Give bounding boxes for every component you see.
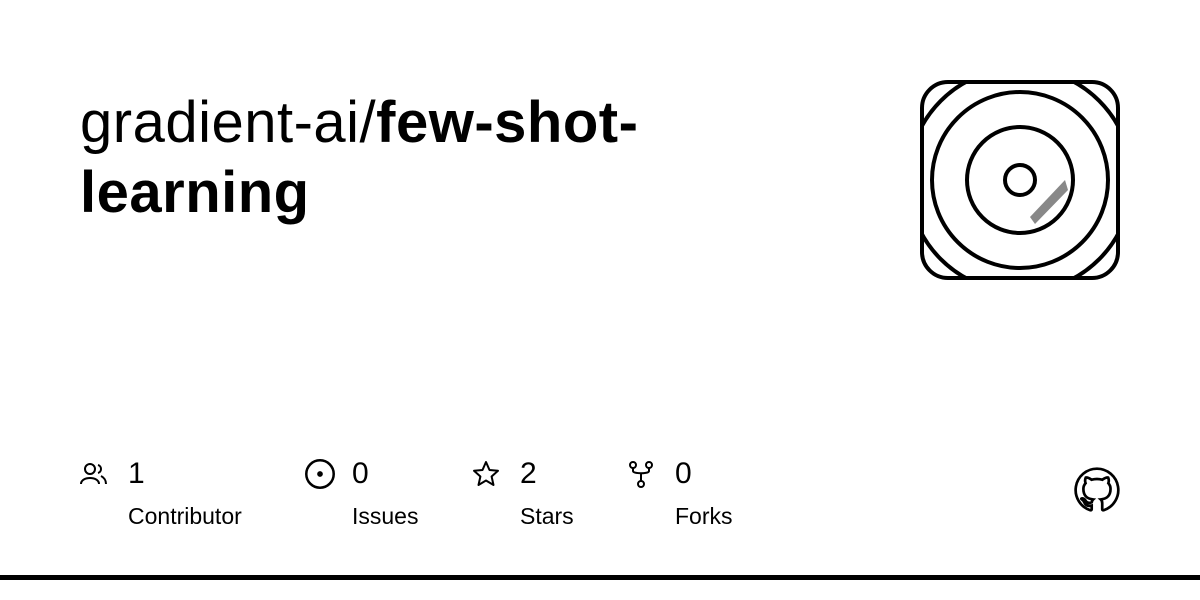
stat-label: Issues xyxy=(352,503,419,529)
repo-owner: gradient-ai/ xyxy=(80,90,377,155)
fork-icon xyxy=(629,461,653,488)
issue-icon xyxy=(305,459,335,489)
stat-label: Contributor xyxy=(128,503,242,529)
stat-label: Forks xyxy=(675,503,733,529)
github-logo-icon xyxy=(1074,467,1120,512)
stat-value: 2 xyxy=(520,457,537,490)
repo-title: gradient-ai/few-shot-learning xyxy=(80,88,800,228)
people-icon xyxy=(80,463,107,485)
bottom-divider xyxy=(0,575,1200,580)
stat-value: 0 xyxy=(675,457,692,490)
star-icon xyxy=(473,461,499,486)
stat-label: Stars xyxy=(520,503,574,529)
stat-value: 1 xyxy=(128,457,145,490)
repo-avatar-icon xyxy=(920,80,1120,280)
stat-value: 0 xyxy=(352,457,369,490)
